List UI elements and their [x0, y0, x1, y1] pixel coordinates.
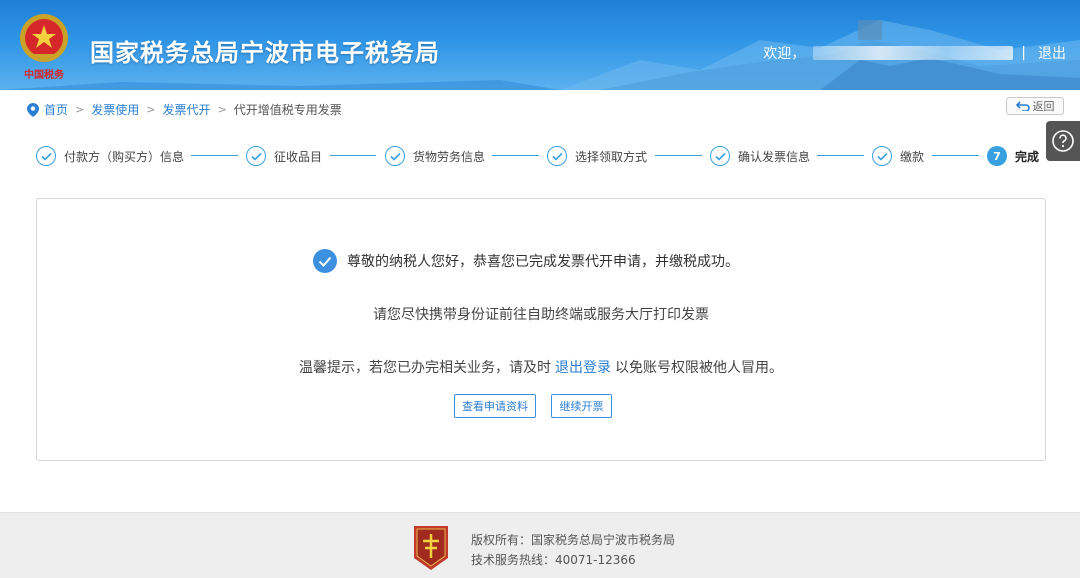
step-number-badge: 7	[987, 146, 1007, 166]
svg-text:中国税务: 中国税务	[24, 68, 65, 81]
step-label: 货物劳务信息	[413, 149, 486, 164]
step-confirm-invoice: 确认发票信息	[710, 144, 810, 168]
question-icon	[1052, 130, 1074, 152]
view-application-button[interactable]: 查看申请资料	[454, 394, 536, 418]
check-icon	[36, 146, 56, 166]
site-footer: 版权所有：国家税务总局宁波市税务局 技术服务热线：40071-12366	[0, 512, 1080, 578]
result-panel: 尊敬的纳税人您好，恭喜您已完成发票代开申请，并缴税成功。 请您尽快携带身份证前往…	[36, 198, 1046, 461]
user-area: 欢迎， | 退出	[763, 43, 1066, 63]
header-separator: |	[1021, 45, 1026, 61]
step-pickup-method: 选择领取方式	[547, 144, 647, 168]
breadcrumb-home[interactable]: 首页	[44, 101, 68, 118]
step-label: 确认发票信息	[738, 149, 811, 164]
step-payment: 缴款	[872, 144, 924, 168]
breadcrumb-arrow: >	[75, 103, 85, 116]
check-icon	[385, 146, 405, 166]
step-connector	[492, 155, 539, 156]
step-tax-items: 征收品目	[246, 144, 322, 168]
step-connector	[655, 155, 702, 156]
location-pin-icon	[27, 102, 39, 117]
logout-link[interactable]: 退出	[1038, 43, 1066, 63]
check-icon	[246, 146, 266, 166]
step-payer-info: 付款方（购买方）信息	[36, 144, 184, 168]
breadcrumb-arrow: >	[217, 103, 227, 116]
breadcrumb-invoice-issue[interactable]: 发票代开	[162, 101, 210, 118]
check-icon	[547, 146, 567, 166]
success-message: 尊敬的纳税人您好，恭喜您已完成发票代开申请，并缴税成功。	[347, 254, 739, 270]
tip-suffix: 以免账号权限被他人冒用。	[615, 360, 783, 376]
continue-issuing-button[interactable]: 继续开票	[551, 394, 612, 418]
breadcrumb: 首页 > 发票使用 > 发票代开 > 代开增值税专用发票	[27, 101, 342, 118]
back-button-label: 返回	[1032, 100, 1055, 113]
step-label: 完成	[1015, 149, 1040, 164]
check-icon	[710, 146, 730, 166]
step-label: 付款方（购买方）信息	[64, 149, 185, 164]
success-message-row: 尊敬的纳税人您好，恭喜您已完成发票代开申请，并缴税成功。	[313, 249, 739, 273]
tip-prefix: 温馨提示，若您已办完相关业务，请及时	[299, 360, 551, 376]
step-complete: 7 完成	[987, 144, 1039, 168]
username-redacted	[813, 46, 1014, 60]
back-button[interactable]: 返回	[1006, 97, 1064, 115]
check-icon	[872, 146, 892, 166]
step-label: 征收品目	[274, 149, 323, 164]
welcome-text: 欢迎，	[763, 46, 806, 62]
help-button[interactable]	[1046, 121, 1080, 161]
security-tip: 温馨提示，若您已办完相关业务，请及时 退出登录 以免账号权限被他人冒用。	[37, 357, 1045, 377]
tax-badge-logo	[414, 526, 448, 570]
print-instruction: 请您尽快携带身份证前往自助终端或服务大厅打印发票	[373, 307, 709, 323]
logout-login-link[interactable]: 退出登录	[555, 360, 611, 376]
step-connector	[932, 155, 979, 156]
site-title: 国家税务总局宁波市电子税务局	[90, 39, 440, 67]
step-goods-info: 货物劳务信息	[385, 144, 485, 168]
step-label: 选择领取方式	[575, 149, 648, 164]
site-header: 中国税务 国家税务总局宁波市电子税务局 欢迎， | 退出	[0, 0, 1080, 90]
hotline-text: 技术服务热线：40071-12366	[471, 553, 636, 567]
tax-emblem-logo: 中国税务	[14, 10, 74, 82]
return-arrow-icon	[1015, 101, 1030, 111]
breadcrumb-current: 代开增值税专用发票	[233, 103, 342, 117]
step-connector	[191, 155, 238, 156]
breadcrumb-invoice-use[interactable]: 发票使用	[91, 101, 139, 118]
step-connector	[330, 155, 376, 156]
copyright-text: 版权所有：国家税务总局宁波市税务局	[471, 533, 676, 547]
success-check-icon	[313, 249, 337, 273]
step-connector	[817, 155, 864, 156]
breadcrumb-arrow: >	[146, 103, 156, 116]
step-label: 缴款	[900, 149, 925, 164]
